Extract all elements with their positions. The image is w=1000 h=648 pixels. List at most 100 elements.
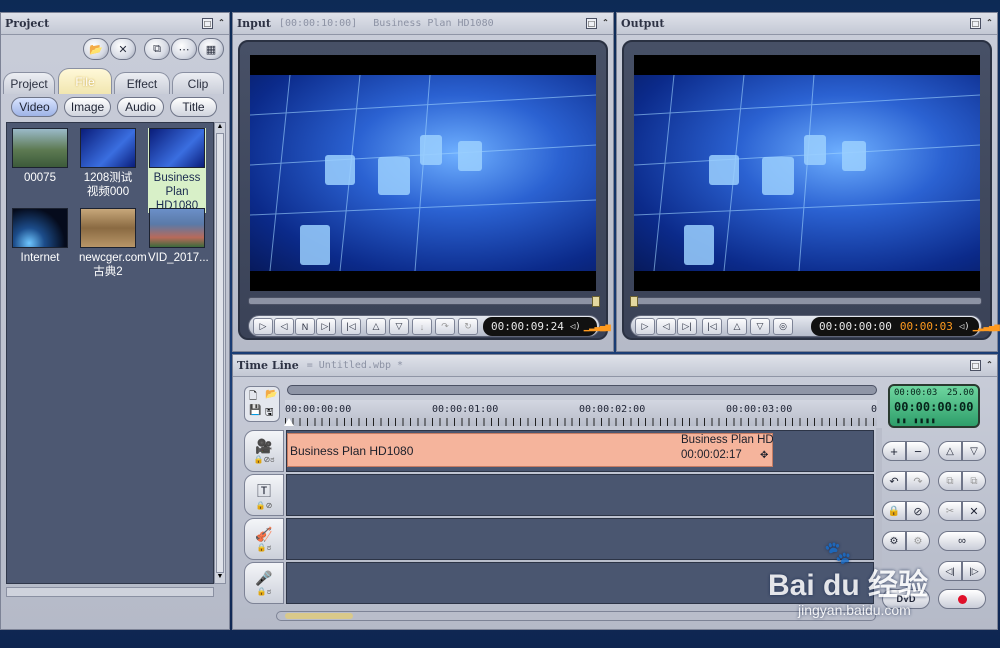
snapshot-button[interactable]: ◎ <box>773 318 793 335</box>
timeline-hscroll-thumb[interactable] <box>285 613 353 619</box>
loop-button[interactable]: ↻ <box>458 318 478 335</box>
tab-clip[interactable]: Clip <box>172 72 224 94</box>
scroll-up-icon[interactable]: ▲ <box>215 123 225 133</box>
media-item[interactable]: 00075 <box>11 128 69 185</box>
open-folder-button[interactable]: 📂 <box>83 38 109 60</box>
timeline-file: = Untitled.wbp * <box>306 360 404 371</box>
undo-button[interactable]: ↶ <box>882 471 906 491</box>
volume-level-icon: ▁▂▃▄▅ <box>583 321 611 332</box>
insert-button[interactable]: ↓ <box>412 318 432 335</box>
next-frame-button[interactable]: N <box>295 318 315 335</box>
step-forward-button[interactable]: ▷| <box>677 318 697 335</box>
media-item[interactable]: 1208测试视频000 <box>79 128 137 199</box>
timeline-clip[interactable]: Business Plan HD1080 Business Plan HD 00… <box>287 433 773 467</box>
scroll-down-icon[interactable]: ▼ <box>215 573 225 583</box>
mark-in-button[interactable]: △ <box>366 318 386 335</box>
filter-audio-button[interactable]: Audio <box>117 97 164 117</box>
output-titlebar: Output □ ⌃ <box>617 13 997 35</box>
track-lock-icon[interactable]: 🔒ಠ <box>257 587 271 597</box>
split-clip-button[interactable]: ✂ <box>938 501 962 521</box>
collapse-icon[interactable]: ⌃ <box>984 18 995 29</box>
media-item[interactable]: Business Plan HD1080 <box>148 128 206 213</box>
step-back-button[interactable]: ◁ <box>656 318 676 335</box>
lcd-indicators-icon: ▮▮ ▮▮▮▮ <box>896 416 937 425</box>
music-track-header[interactable]: 🎤 🔒ಠ <box>244 562 284 604</box>
collapse-icon[interactable]: ⌃ <box>984 360 995 371</box>
track-up-button[interactable]: △ <box>938 441 962 461</box>
title-text-icon: 🅃 <box>257 482 271 499</box>
step-forward-button[interactable]: ▷| <box>316 318 336 335</box>
media-scrollbar[interactable]: ▲ ▼ <box>214 122 226 584</box>
play-button[interactable]: ▷ <box>253 318 273 335</box>
maximize-icon[interactable]: □ <box>586 18 597 29</box>
audio-track-header[interactable]: 🎻 🔒ಠ <box>244 518 284 560</box>
track-lock-icon[interactable]: 🔒⊘ಠ <box>254 455 275 465</box>
zoom-out-button[interactable]: − <box>906 441 930 461</box>
mark-out-button[interactable]: ▽ <box>389 318 409 335</box>
maximize-icon[interactable]: □ <box>970 360 981 371</box>
transition-button[interactable]: ⚙ <box>906 531 930 551</box>
input-seek-handle[interactable] <box>592 296 600 307</box>
link-button[interactable]: ∞ <box>938 531 986 551</box>
redo-button[interactable]: ↷ <box>906 471 930 491</box>
zoom-in-button[interactable]: + <box>882 441 906 461</box>
volume-icon[interactable]: ◁) <box>959 322 970 332</box>
playhead-icon[interactable] <box>284 418 294 426</box>
clip-name-right: Business Plan HD <box>681 434 773 446</box>
mark-in-button[interactable]: △ <box>727 318 747 335</box>
title-track-header[interactable]: 🅃 🔒⊘ <box>244 474 284 516</box>
output-seek-handle[interactable] <box>630 296 638 307</box>
filter-video-button[interactable]: Video <box>11 97 58 117</box>
video-graphic <box>634 74 980 272</box>
step-back-button[interactable]: ◁ <box>274 318 294 335</box>
effect-button[interactable]: ⚙ <box>882 531 906 551</box>
thumbnail <box>12 128 68 168</box>
media-item[interactable]: VID_2017... <box>148 208 209 265</box>
delete-clip-button[interactable]: ✕ <box>962 501 986 521</box>
input-screen[interactable] <box>250 55 596 291</box>
copy-clip-button[interactable]: ⧉ <box>938 471 962 491</box>
output-seek-bar[interactable] <box>630 297 982 305</box>
tab-effect[interactable]: Effect <box>114 72 170 94</box>
new-file-icon[interactable]: 🗋 <box>249 389 257 406</box>
media-item[interactable]: Internet <box>11 208 69 265</box>
delete-button[interactable]: ✕ <box>110 38 136 60</box>
timeline-top-scroll[interactable] <box>287 385 877 395</box>
timeline-ruler[interactable]: 00:00:00:00 00:00:01:00 00:00:02:00 00:0… <box>284 400 877 426</box>
collapse-icon[interactable]: ⌃ <box>216 18 227 29</box>
input-seek-bar[interactable] <box>248 297 600 305</box>
video-frame <box>250 74 596 272</box>
scroll-thumb[interactable] <box>216 133 224 573</box>
video-track-header[interactable]: 🎥 🔒⊘ಠ <box>244 430 284 472</box>
grid-view-button[interactable]: ▦ <box>198 38 224 60</box>
copy-button[interactable]: ⧉ <box>144 38 170 60</box>
paste-clip-button[interactable]: ⧉ <box>962 471 986 491</box>
title-track[interactable] <box>286 474 874 516</box>
track-lock-icon[interactable]: 🔒ಠ <box>257 543 271 553</box>
maximize-icon[interactable]: □ <box>202 18 213 29</box>
clip-duration: 00:00:02:17 <box>681 449 742 461</box>
volume-icon[interactable]: ◁) <box>570 322 581 332</box>
save-file-icon[interactable]: 💾 <box>249 405 261 416</box>
split-button[interactable]: ⋯ <box>171 38 197 60</box>
tab-project[interactable]: Project <box>3 72 55 94</box>
lock-button[interactable]: 🔒 <box>882 501 906 521</box>
track-down-button[interactable]: ▽ <box>962 441 986 461</box>
go-start-button[interactable]: |◁ <box>702 318 722 335</box>
collapse-icon[interactable]: ⌃ <box>600 18 611 29</box>
filter-image-button[interactable]: Image <box>64 97 111 117</box>
mark-out-button[interactable]: ▽ <box>750 318 770 335</box>
open-file-icon[interactable]: 📂 <box>265 389 277 400</box>
media-hscrollbar[interactable] <box>6 587 214 597</box>
save-as-icon[interactable]: 🖫 <box>265 405 274 422</box>
track-lock-icon[interactable]: 🔒⊘ <box>256 501 273 510</box>
tab-file[interactable]: File <box>58 68 112 94</box>
play-button[interactable]: ▷ <box>635 318 655 335</box>
maximize-icon[interactable]: □ <box>970 18 981 29</box>
overwrite-button[interactable]: ↷ <box>435 318 455 335</box>
disable-button[interactable]: ⊘ <box>906 501 930 521</box>
filter-title-button[interactable]: Title <box>170 97 217 117</box>
media-item[interactable]: newcger.com古典2 <box>79 208 147 279</box>
output-screen[interactable] <box>634 55 980 291</box>
go-start-button[interactable]: |◁ <box>341 318 361 335</box>
